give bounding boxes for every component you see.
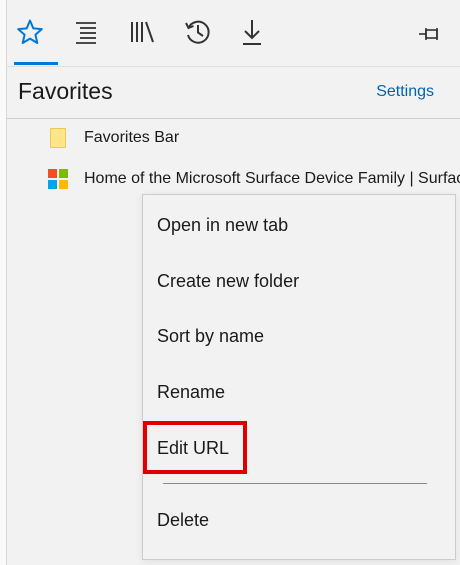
favorite-label: Home of the Microsoft Surface Device Fam… xyxy=(84,170,460,187)
downloads-tab[interactable] xyxy=(232,12,272,52)
hub-toolbar xyxy=(6,0,460,66)
pin-pane-button[interactable] xyxy=(410,14,450,54)
favorites-tab[interactable] xyxy=(10,12,50,52)
menu-separator xyxy=(163,483,427,484)
books-tab[interactable] xyxy=(122,12,162,52)
pin-icon xyxy=(419,28,438,40)
download-arrow-icon xyxy=(243,20,261,45)
header-divider xyxy=(6,118,460,119)
edit-url-highlight-annotation xyxy=(143,421,247,474)
menu-item-delete[interactable]: Delete xyxy=(143,495,455,545)
menu-item-sort-by-name[interactable]: Sort by name xyxy=(143,311,455,361)
menu-item-label: Sort by name xyxy=(157,325,265,346)
reading-list-icon xyxy=(76,22,96,44)
context-menu: Open in new tab Create new folder Sort b… xyxy=(142,194,456,560)
panel-header: Favorites Settings xyxy=(6,67,460,117)
history-icon xyxy=(185,20,210,44)
history-tab[interactable] xyxy=(178,12,218,52)
menu-item-rename[interactable]: Rename xyxy=(143,367,455,417)
menu-item-label: Create new folder xyxy=(157,270,300,291)
star-icon xyxy=(17,19,43,44)
menu-item-open-in-new-tab[interactable]: Open in new tab xyxy=(143,200,455,250)
active-tab-indicator xyxy=(14,62,58,65)
settings-link[interactable]: Settings xyxy=(376,83,434,101)
folder-icon xyxy=(46,126,70,150)
reading-list-tab[interactable] xyxy=(66,12,106,52)
favorite-item-surface[interactable]: Home of the Microsoft Surface Device Fam… xyxy=(6,161,460,197)
favorites-bar-item[interactable]: Favorites Bar xyxy=(6,120,460,156)
menu-item-label: Open in new tab xyxy=(157,214,289,235)
favorite-label: Favorites Bar xyxy=(84,129,180,146)
menu-item-create-new-folder[interactable]: Create new folder xyxy=(143,256,455,306)
menu-item-label: Rename xyxy=(157,381,226,402)
menu-item-label: Delete xyxy=(157,509,210,530)
microsoft-logo-icon xyxy=(46,167,70,191)
panel-title: Favorites xyxy=(18,78,113,104)
books-icon xyxy=(131,21,154,43)
